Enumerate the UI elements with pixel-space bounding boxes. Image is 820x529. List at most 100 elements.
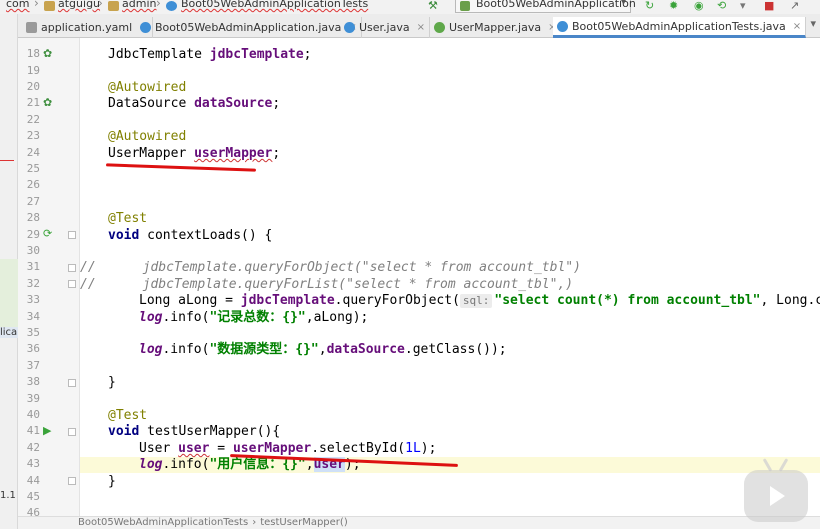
run-configuration-label: Boot05WebAdminApplication xyxy=(476,0,636,10)
code-line-44: } xyxy=(108,474,116,489)
spring-boot-icon xyxy=(460,1,470,11)
nav-crumb-class[interactable]: Boot05WebAdminApplicationTests xyxy=(181,0,368,10)
line-number: 21 xyxy=(26,96,40,109)
class-icon xyxy=(166,1,177,11)
debug-icon[interactable]: ✹ xyxy=(669,0,678,12)
code-line-42: User user = userMapper.selectById(1L); xyxy=(139,441,437,456)
nav-crumb-com[interactable]: com xyxy=(6,0,30,10)
bean-icon[interactable]: ✿ xyxy=(43,97,52,109)
line-number: 23 xyxy=(26,129,40,142)
rerun-icon[interactable]: ↻ xyxy=(645,0,654,12)
class-icon xyxy=(344,22,355,33)
code-line-24: UserMapper userMapper; xyxy=(108,146,281,161)
code-line-34: log.info("记录总数：{}",aLong); xyxy=(139,310,369,325)
code-line-31: // jdbcTemplate.queryForObject("select *… xyxy=(80,260,581,275)
code-editor[interactable]: JdbcTemplate jdbcTemplate; @Autowired Da… xyxy=(80,38,820,516)
close-icon[interactable]: × xyxy=(417,22,425,33)
chevron-down-icon: ▾ xyxy=(620,0,626,8)
code-line-28: @Test xyxy=(108,211,148,226)
line-number: 33 xyxy=(26,293,40,306)
tab-user-java[interactable]: User.java × xyxy=(340,17,430,38)
fold-marker-icon[interactable] xyxy=(68,231,76,239)
line-number: 31 xyxy=(26,260,40,273)
nav-separator: › xyxy=(34,0,39,10)
coverage-icon[interactable]: ◉ xyxy=(694,0,704,12)
line-number: 45 xyxy=(26,490,40,503)
project-tree-fragment: 1.1 xyxy=(0,490,16,501)
code-line-32: // jdbcTemplate.queryForList("select * f… xyxy=(80,277,574,292)
fold-marker-icon[interactable] xyxy=(68,280,76,288)
tab-list-menu-icon[interactable]: ▾ xyxy=(810,17,816,30)
line-number: 43 xyxy=(26,457,40,470)
video-play-button[interactable] xyxy=(744,470,808,522)
line-number: 20 xyxy=(26,80,40,93)
error-marker xyxy=(0,160,14,161)
code-line-41: void testUserMapper(){ xyxy=(108,424,281,439)
code-line-33: Long aLong = jdbcTemplate.queryForObject… xyxy=(139,293,820,308)
line-number: 34 xyxy=(26,310,40,323)
interface-icon xyxy=(434,22,445,33)
tab-usermapper-java[interactable]: UserMapper.java × xyxy=(430,17,562,38)
nav-crumb-atguigu[interactable]: atguigu xyxy=(58,0,100,10)
line-number: 38 xyxy=(26,375,40,388)
line-number: 18 xyxy=(26,47,40,60)
fold-marker-icon[interactable] xyxy=(68,428,76,436)
project-panel-edge xyxy=(0,259,18,329)
stop-icon[interactable]: ■ xyxy=(764,0,774,12)
line-number: 37 xyxy=(26,359,40,372)
line-number: 44 xyxy=(26,474,40,487)
tab-label: Boot05WebAdminApplication.java xyxy=(155,21,342,34)
nav-crumb-admin[interactable]: admin xyxy=(122,0,156,10)
line-number: 22 xyxy=(26,113,40,126)
code-line-18: JdbcTemplate jdbcTemplate; xyxy=(108,47,312,62)
line-number: 26 xyxy=(26,178,40,191)
close-icon[interactable]: × xyxy=(793,21,801,32)
project-tree-fragment[interactable]: lica xyxy=(0,327,18,338)
run-test-icon[interactable]: ⟳ xyxy=(43,228,52,240)
parameter-hint: sql: xyxy=(459,294,493,308)
line-number: 39 xyxy=(26,392,40,405)
vcs-icon[interactable]: ↗ xyxy=(790,0,799,12)
code-line-38: } xyxy=(108,375,116,390)
code-line-36: log.info("数据源类型：{}",dataSource.getClass(… xyxy=(139,342,507,357)
editor-tab-bar: application.yaml × Boot05WebAdminApplica… xyxy=(18,14,820,38)
line-number: 36 xyxy=(26,342,40,355)
tab-label: Boot05WebAdminApplicationTests.java xyxy=(572,19,786,33)
tab-application-yaml[interactable]: application.yaml × xyxy=(22,17,153,38)
line-number: 19 xyxy=(26,64,40,77)
fold-marker-icon[interactable] xyxy=(68,379,76,387)
tab-label: application.yaml xyxy=(41,21,133,34)
tab-boot05-webadmin-application-tests[interactable]: Boot05WebAdminApplicationTests.java × xyxy=(553,17,807,38)
class-icon xyxy=(140,22,151,33)
run-stop-icon[interactable]: ▾ xyxy=(740,0,746,12)
code-line-23: @Autowired xyxy=(108,129,187,144)
line-number: 30 xyxy=(26,244,40,257)
yaml-file-icon xyxy=(26,22,37,33)
line-number: 35 xyxy=(26,326,40,339)
line-number: 28 xyxy=(26,211,40,224)
tab-boot05-webadmin-application[interactable]: Boot05WebAdminApplication.java × xyxy=(136,17,362,38)
class-icon xyxy=(557,20,568,32)
code-line-20: @Autowired xyxy=(108,80,187,95)
line-number: 32 xyxy=(26,277,40,290)
bean-icon[interactable]: ✿ xyxy=(43,48,52,60)
pen-underline xyxy=(105,163,257,172)
code-line-29: void contextLoads() { xyxy=(108,228,273,243)
profile-icon[interactable]: ⟲ xyxy=(717,0,726,12)
line-number: 42 xyxy=(26,441,40,454)
nav-separator: › xyxy=(156,0,161,10)
left-tool-strip: lica 1.1 xyxy=(0,14,18,529)
run-test-icon[interactable]: ▶ xyxy=(43,425,51,437)
line-number: 29 xyxy=(26,228,40,241)
editor-breadcrumb: Boot05WebAdminApplicationTests › testUserM… xyxy=(18,516,820,529)
editor-gutter: 18 19 20 21 22 23 24 25 26 27 28 29 30 3… xyxy=(18,38,80,519)
tab-label: User.java xyxy=(359,21,410,34)
build-hammer-icon[interactable]: ⚒ xyxy=(428,0,438,12)
nav-separator: › xyxy=(98,0,103,10)
breadcrumb-method[interactable]: testUserMapper() xyxy=(260,517,348,528)
fold-marker-icon[interactable] xyxy=(68,264,76,272)
breadcrumb-class[interactable]: Boot05WebAdminApplicationTests xyxy=(78,517,248,528)
run-configuration-select[interactable]: Boot05WebAdminApplication ▾ xyxy=(455,0,636,13)
line-number: 27 xyxy=(26,195,40,208)
fold-marker-icon[interactable] xyxy=(68,477,76,485)
